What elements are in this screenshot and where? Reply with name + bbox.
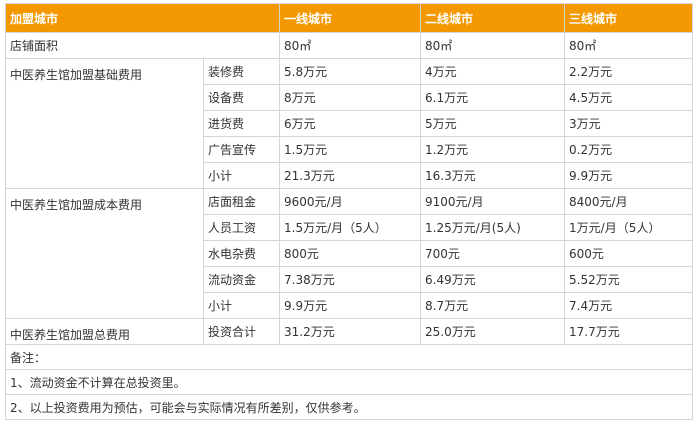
cost-item-label: 投资合计 (202, 318, 281, 345)
table-header-row: 加盟城市 一线城市 二线城市 三线城市 (4, 3, 694, 33)
cost-value-tier2: 4万元 (420, 58, 566, 85)
cost-item-label: 流动资金 (202, 266, 281, 293)
cost-item-label: 小计 (202, 162, 281, 189)
notes-line-2: 2、以上投资费用为预估，可能会与实际情况有所差别，仅供参考。 (4, 394, 694, 420)
cost-value-tier2: 1.2万元 (420, 136, 566, 163)
cost-value-tier2: 16.3万元 (420, 162, 566, 189)
group-label: 中医养生馆加盟总费用 (5, 318, 204, 345)
cost-value-tier2: 1.25万元/月(5人) (420, 214, 566, 241)
cost-item-label: 水电杂费 (202, 240, 281, 267)
cost-value-tier1: 31.2万元 (279, 318, 422, 345)
cost-item-label: 进货费 (202, 110, 281, 137)
header-tier2-city: 二线城市 (420, 3, 566, 33)
cost-value-tier3: 1万元/月（5人） (564, 214, 694, 241)
header-tier3-city: 三线城市 (564, 3, 694, 33)
cost-value-tier1: 1.5万元 (279, 136, 422, 163)
cost-value-tier1: 7.38万元 (279, 266, 422, 293)
cost-value-tier3: 9.9万元 (564, 162, 694, 189)
store-area-label: 店铺面积 (4, 32, 281, 59)
store-area-tier3: 80㎡ (564, 32, 694, 59)
notes-line-1-row: 1、流动资金不计算在总投资里。 (4, 369, 694, 395)
cost-row: 中医养生馆加盟基础费用 装修费 5.8万元 4万元 2.2万元 (5, 58, 694, 189)
cost-value-tier3: 7.4万元 (564, 292, 694, 319)
store-area-tier2: 80㎡ (420, 32, 566, 59)
cost-value-tier1: 6万元 (279, 110, 422, 137)
cost-value-tier3: 600元 (564, 240, 694, 267)
notes-title-row: 备注： (4, 344, 694, 370)
cost-item-label: 设备费 (202, 84, 281, 111)
header-franchise-city: 加盟城市 (4, 3, 281, 33)
cost-value-tier3: 3万元 (564, 110, 694, 137)
store-area-tier1: 80㎡ (279, 32, 422, 59)
store-area-row: 店铺面积 80㎡ 80㎡ 80㎡ (4, 32, 694, 59)
cost-item-label: 人员工资 (202, 214, 281, 241)
cost-value-tier1: 21.3万元 (279, 162, 422, 189)
cost-value-tier3: 0.2万元 (564, 136, 694, 163)
cost-value-tier3: 8400元/月 (564, 188, 694, 215)
notes-line-2-row: 2、以上投资费用为预估，可能会与实际情况有所差别，仅供参考。 (4, 394, 694, 420)
cost-value-tier2: 6.49万元 (420, 266, 566, 293)
cost-value-tier2: 6.1万元 (420, 84, 566, 111)
group-label: 中医养生馆加盟成本费用 (5, 188, 204, 319)
cost-value-tier1: 9.9万元 (279, 292, 422, 319)
investment-table-container: 加盟城市 一线城市 二线城市 三线城市 店铺面积 80㎡ 80㎡ 80㎡ 中医养… (4, 3, 694, 420)
cost-value-tier2: 9100元/月 (420, 188, 566, 215)
cost-value-tier1: 5.8万元 (279, 58, 422, 85)
cost-value-tier2: 700元 (420, 240, 566, 267)
cost-value-tier3: 17.7万元 (564, 318, 694, 345)
cost-item-label: 装修费 (202, 58, 281, 85)
cost-item-label: 小计 (202, 292, 281, 319)
header-tier1-city: 一线城市 (279, 3, 422, 33)
cost-item-label: 广告宣传 (202, 136, 281, 163)
franchise-cost-table: 加盟城市 一线城市 二线城市 三线城市 店铺面积 80㎡ 80㎡ 80㎡ 中医养… (4, 3, 694, 420)
cost-value-tier3: 4.5万元 (564, 84, 694, 111)
cost-row: 中医养生馆加盟总费用 投资合计 31.2万元 25.0万元 17.7万元 (5, 318, 694, 345)
cost-value-tier1: 1.5万元/月（5人） (279, 214, 422, 241)
cost-value-tier2: 25.0万元 (420, 318, 566, 345)
notes-title: 备注： (4, 344, 694, 370)
cost-value-tier3: 5.52万元 (564, 266, 694, 293)
cost-value-tier1: 9600元/月 (279, 188, 422, 215)
group-label: 中医养生馆加盟基础费用 (5, 58, 204, 189)
cost-row: 中医养生馆加盟成本费用 店面租金 9600元/月 9100元/月 8400元/月 (5, 188, 694, 319)
cost-item-label: 店面租金 (202, 188, 281, 215)
cost-value-tier1: 800元 (279, 240, 422, 267)
cost-value-tier2: 8.7万元 (420, 292, 566, 319)
cost-value-tier3: 2.2万元 (564, 58, 694, 85)
cost-value-tier2: 5万元 (420, 110, 566, 137)
cost-value-tier1: 8万元 (279, 84, 422, 111)
notes-line-1: 1、流动资金不计算在总投资里。 (4, 369, 694, 395)
